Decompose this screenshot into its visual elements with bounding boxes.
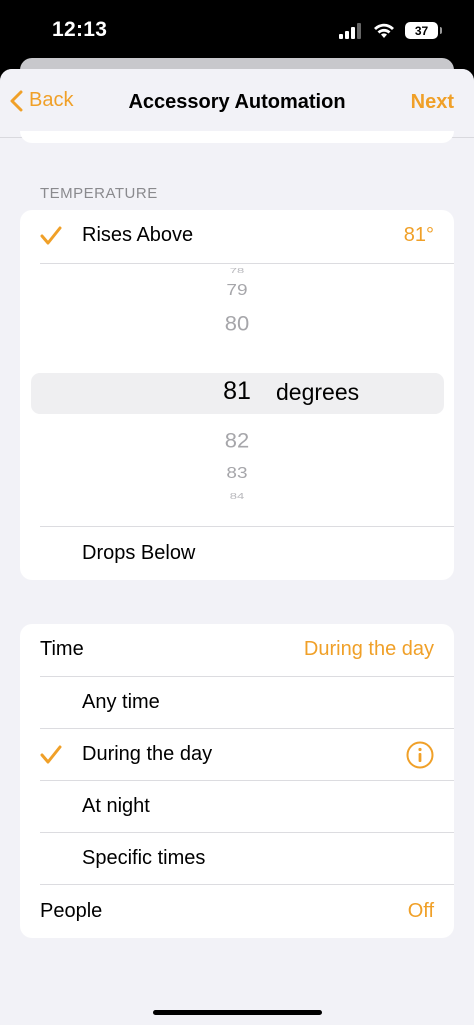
- picker-value[interactable]: 83: [217, 465, 257, 483]
- navigation-bar: Back Accessory Automation Next: [0, 69, 474, 138]
- time-option-label: At night: [82, 795, 150, 817]
- time-label: Time: [40, 638, 84, 660]
- status-time: 12:13: [52, 18, 108, 41]
- status-icons: 37: [339, 22, 442, 39]
- rises-above-label: Rises Above: [82, 224, 194, 246]
- picker-value[interactable]: 80: [217, 312, 257, 337]
- picker-value[interactable]: 84: [217, 492, 257, 501]
- time-option-label: Specific times: [82, 847, 206, 869]
- rises-above-row[interactable]: Rises Above 81°: [20, 210, 454, 262]
- time-card: Time During the day Any time During the …: [20, 624, 454, 938]
- temperature-section-label: TEMPERATURE: [40, 185, 158, 202]
- page-title: Accessory Automation: [128, 91, 346, 113]
- status-bar: 12:13 37: [0, 0, 474, 60]
- checkmark-icon: [40, 226, 62, 245]
- previous-card-edge: [20, 131, 454, 143]
- next-button[interactable]: Next: [411, 91, 454, 114]
- people-label: People: [40, 900, 103, 922]
- divider: [40, 526, 454, 527]
- time-option-any-time[interactable]: Any time: [20, 677, 454, 729]
- cellular-signal-icon: [339, 22, 361, 39]
- time-option-during-the-day[interactable]: During the day: [20, 729, 454, 781]
- time-row[interactable]: Time During the day: [20, 624, 454, 676]
- drops-below-row[interactable]: Drops Below: [20, 528, 454, 580]
- picker-value[interactable]: 78: [217, 266, 257, 274]
- time-option-at-night[interactable]: At night: [20, 781, 454, 833]
- picker-unit-label: degrees: [276, 379, 360, 405]
- wifi-icon: [374, 23, 394, 38]
- temperature-picker[interactable]: 78 79 80 81 degrees 82 83 84: [20, 263, 454, 525]
- home-indicator[interactable]: [153, 1010, 322, 1015]
- info-icon[interactable]: [406, 741, 434, 769]
- battery-level: 37: [414, 23, 429, 38]
- temperature-card: Rises Above 81° 78 79 80 81 degrees 82 8…: [20, 210, 454, 580]
- picker-value[interactable]: 82: [217, 429, 257, 454]
- automation-sheet: Back Accessory Automation Next TEMPERATU…: [0, 69, 474, 1025]
- time-value: During the day: [303, 638, 434, 660]
- rises-above-value: 81°: [403, 224, 434, 246]
- battery-icon: 37: [405, 22, 442, 39]
- picker-value[interactable]: 79: [217, 282, 257, 300]
- people-row[interactable]: People Off: [20, 886, 454, 938]
- picker-selected-value[interactable]: 81: [217, 377, 257, 406]
- drops-below-label: Drops Below: [82, 542, 196, 564]
- time-option-label: Any time: [82, 691, 160, 713]
- time-option-label: During the day: [82, 743, 213, 765]
- checkmark-icon: [40, 745, 62, 764]
- people-value: Off: [407, 900, 434, 922]
- divider: [40, 884, 454, 885]
- time-option-specific-times[interactable]: Specific times: [20, 833, 454, 885]
